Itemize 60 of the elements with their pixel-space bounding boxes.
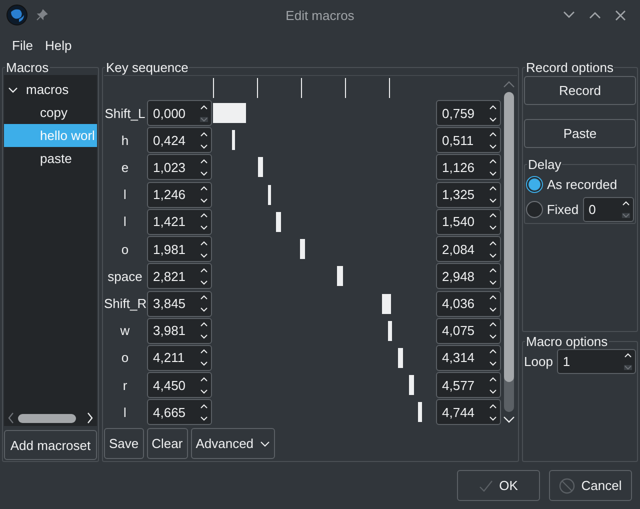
action-button[interactable]: Clear [146,428,188,459]
radio-label[interactable]: As recorded [547,177,618,192]
no-entry-icon [559,478,576,494]
close-icon[interactable] [615,10,626,20]
checkmark-icon [479,480,494,492]
radio-label[interactable]: Fixed [546,202,579,217]
pin-icon[interactable] [36,9,48,21]
group-title: Key sequence [105,60,190,75]
key-label: Shift_R [104,296,146,312]
key-label: l [122,187,128,202]
key-press-bar [337,266,343,286]
group-title: Record options [525,60,614,75]
key-press-bar [268,184,272,205]
action-button[interactable]: Paste [524,119,636,148]
advanced-dropdown[interactable]: Advanced [190,428,275,459]
group-title: Macros [5,60,50,75]
scrollbar-thumb[interactable] [18,414,76,422]
key-press-bar [418,402,422,422]
key-press-bar [300,239,305,260]
radio-button[interactable] [526,201,543,218]
menu-item[interactable]: Help [38,36,78,54]
key-label: r [122,378,128,393]
key-label: o [120,242,130,257]
tree-item[interactable]: paste [4,147,97,170]
key-press-bar [258,157,263,178]
window-title: Edit macros [284,8,356,22]
cancel-button[interactable]: Cancel [549,470,632,501]
key-label: space [106,268,144,284]
chevron-left-icon[interactable] [7,412,15,424]
key-press-bar [408,375,414,396]
chevron-right-icon[interactable] [86,412,94,424]
group-title: Delay [527,157,562,172]
key-label: Shift_L [104,106,146,120]
maximize-icon[interactable] [589,11,601,19]
globe-icon [6,4,28,26]
key-press-bar [213,103,246,123]
key-label: h [120,132,130,148]
key-label: o [120,350,130,366]
key-press-bar [398,348,403,368]
key-label: e [120,160,130,175]
tree-item[interactable]: copy [4,101,97,124]
tree-item[interactable]: macros [4,78,97,101]
key-label: l [122,214,128,230]
key-press-bar [276,212,281,232]
group-title: Macro options [525,334,609,349]
ok-button[interactable]: OK [457,470,540,501]
caret-icon [260,440,270,446]
key-label: l [122,404,128,420]
action-button[interactable]: Record [524,76,636,105]
add-macroset-button[interactable]: Add macroset [4,430,97,460]
key-press-bar [382,294,391,314]
key-press-bar [388,320,392,341]
scrollbar-thumb[interactable] [504,92,514,382]
key-label: w [119,323,131,338]
menu-item[interactable]: File [6,36,39,54]
radio-button[interactable] [526,176,543,193]
loop-label: Loop [524,354,553,369]
action-button[interactable]: Save [104,428,144,459]
minimize-icon[interactable] [563,11,575,19]
key-press-bar [232,130,236,150]
